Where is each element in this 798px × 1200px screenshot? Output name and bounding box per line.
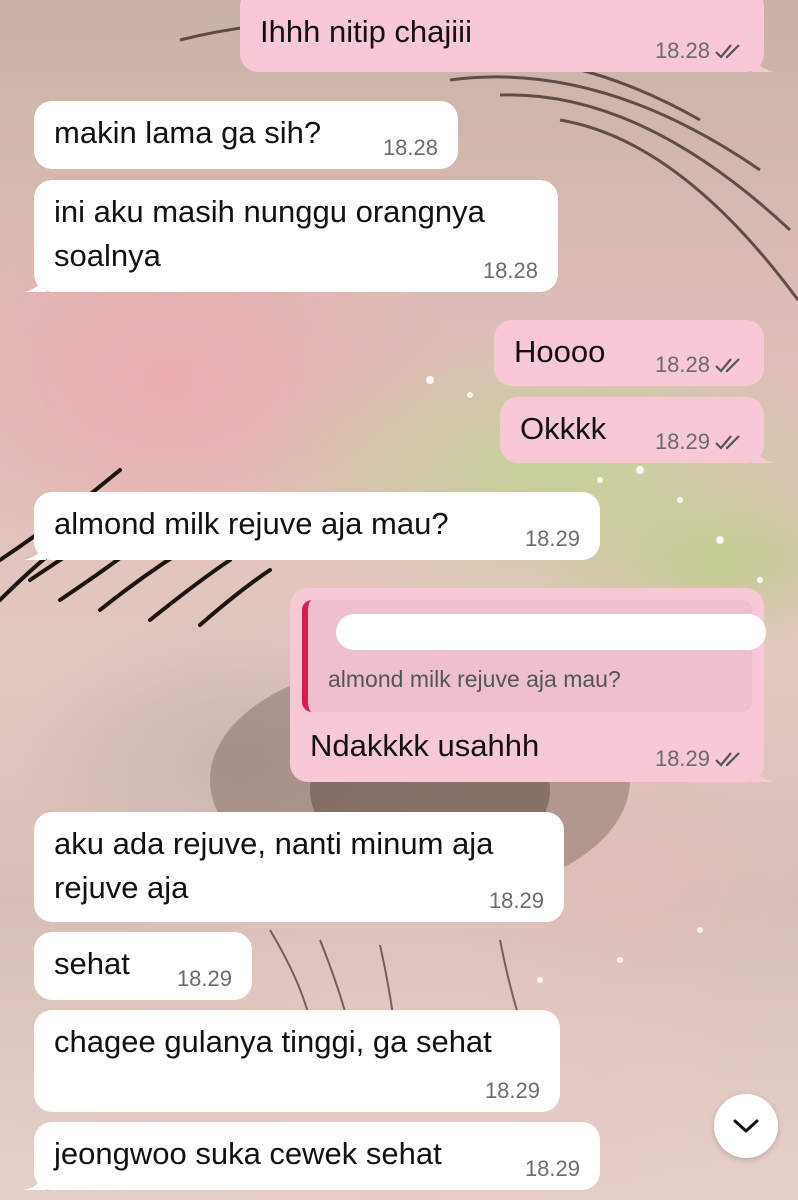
message-meta: 18.29 (489, 890, 544, 912)
message-bubble-outgoing-reply[interactable]: almond milk rejuve aja mau? Ndakkkk usah… (290, 588, 774, 782)
message-meta: 18.28 (383, 137, 438, 159)
bubble-tail (24, 540, 46, 560)
message-meta: 18.29 (525, 1158, 580, 1180)
message-text: jeongwoo suka cewek sehat (54, 1136, 442, 1171)
message-meta: 18.28 (483, 260, 538, 282)
message-time: 18.28 (382, 135, 438, 160)
message-meta: 18.28 (655, 354, 744, 376)
message-bubble-outgoing[interactable]: Ihhh nitip chajiii 18.28 (240, 0, 774, 72)
message-text: Ihhh nitip chajiii (260, 14, 472, 49)
message-time: 18.29 (488, 888, 544, 913)
message-text: chagee gulanya tinggi, ga sehat (54, 1024, 492, 1059)
message-time: 18.28 (654, 352, 710, 377)
message-time: 18.29 (654, 746, 710, 771)
message-text: ini aku masih nunggu orangnya soalnya (54, 194, 485, 273)
message-text: almond milk rejuve aja mau? (54, 506, 449, 541)
reply-quote-text: almond milk rejuve aja mau? (328, 666, 621, 692)
reply-quote[interactable]: almond milk rejuve aja mau? (302, 600, 766, 712)
message-meta: 18.28 (655, 40, 744, 62)
double-check-icon (715, 435, 740, 450)
message-bubble-outgoing[interactable]: Okkkk 18.29 (500, 397, 774, 463)
message-bubble-incoming[interactable]: ini aku masih nunggu orangnya soalnya 18… (24, 180, 558, 292)
message-text: Okkkk (520, 411, 607, 446)
message-text: makin lama ga sih? (54, 115, 322, 150)
message-bubble-incoming[interactable]: aku ada rejuve, nanti minum aja rejuve a… (34, 812, 564, 922)
message-time: 18.29 (176, 966, 232, 991)
bubble-tail (752, 762, 774, 782)
message-meta: 18.29 (177, 968, 232, 990)
scroll-to-bottom-button[interactable] (714, 1094, 778, 1158)
double-check-icon (715, 44, 740, 59)
chevron-down-icon (733, 1119, 759, 1133)
message-time: 18.29 (654, 429, 710, 454)
message-bubble-incoming[interactable]: almond milk rejuve aja mau? 18.29 (24, 492, 600, 560)
message-bubble-incoming[interactable]: makin lama ga sih? 18.28 (34, 101, 458, 169)
message-time: 18.28 (654, 38, 710, 63)
message-meta: 18.29 (655, 748, 744, 770)
message-meta: 18.29 (525, 528, 580, 550)
message-text: sehat (54, 946, 130, 981)
message-bubble-outgoing[interactable]: Hoooo 18.28 (494, 320, 764, 386)
message-meta: 18.29 (655, 431, 744, 453)
message-bubble-incoming[interactable]: jeongwoo suka cewek sehat 18.29 (24, 1122, 600, 1190)
message-time: 18.29 (524, 1156, 580, 1181)
bubble-tail (24, 1170, 46, 1190)
double-check-icon (715, 358, 740, 373)
message-text: Ndakkkk usahhh (310, 728, 540, 763)
bubble-tail (752, 52, 774, 72)
message-time: 18.29 (524, 526, 580, 551)
redacted-author (336, 614, 766, 650)
message-bubble-incoming[interactable]: chagee gulanya tinggi, ga sehat 18.29 (34, 1010, 560, 1112)
message-text: aku ada rejuve, nanti minum aja rejuve a… (54, 826, 494, 905)
double-check-icon (715, 752, 740, 767)
message-time: 18.28 (482, 258, 538, 283)
message-text: Hoooo (514, 334, 606, 369)
bubble-tail (24, 272, 46, 292)
bubble-tail (752, 443, 774, 463)
message-meta: 18.29 (485, 1080, 540, 1102)
message-time: 18.29 (484, 1078, 540, 1103)
message-bubble-incoming[interactable]: sehat 18.29 (34, 932, 252, 1000)
